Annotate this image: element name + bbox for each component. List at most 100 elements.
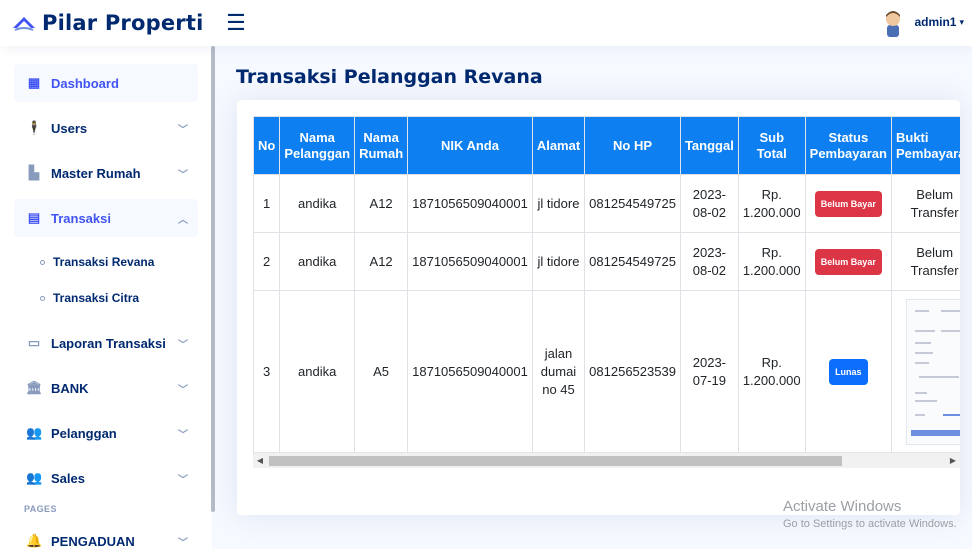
sidebar-item-pelanggan[interactable]: 👥 Pelanggan ﹀ bbox=[14, 414, 198, 452]
cell-nama: andika bbox=[279, 232, 356, 291]
cell-nama: andika bbox=[279, 174, 356, 233]
profile-username: admin1 bbox=[914, 15, 957, 29]
people-icon: 👥 bbox=[26, 470, 43, 485]
status-badge: Belum Bayar bbox=[814, 248, 882, 275]
cell-tanggal: 2023-08-02 bbox=[679, 174, 739, 233]
cell-nik: 1871056509040001 bbox=[407, 174, 533, 233]
cell-status: Lunas bbox=[804, 290, 892, 453]
cell-bukti bbox=[890, 290, 960, 453]
sidebar-item-transaksi[interactable]: ▤ Transaksi ︿ bbox=[14, 199, 198, 237]
table-header-row: No Nama Pelanggan Nama Rumah NIK Anda Al… bbox=[253, 116, 960, 175]
sidebar: ▦ Dashboard 🕴 Users ﹀ ▙ Master Rumah ﹀ ▤… bbox=[0, 46, 212, 549]
cell-no: 1 bbox=[253, 174, 281, 233]
chevron-down-icon: ﹀ bbox=[178, 169, 188, 181]
transactions-table: No Nama Pelanggan Nama Rumah NIK Anda Al… bbox=[253, 116, 960, 453]
sidebar-item-label: Sales bbox=[51, 470, 85, 486]
sidebar-item-pengaduan[interactable]: 🔔 PENGADUAN ﹀ bbox=[14, 522, 198, 549]
cell-bukti: Belum Transfer bbox=[890, 174, 960, 233]
cell-alamat: jl tidore bbox=[531, 232, 586, 291]
cell-tanggal: 2023-07-19 bbox=[679, 290, 739, 453]
chevron-down-icon: ﹀ bbox=[178, 339, 188, 351]
user-icon: 🕴 bbox=[26, 120, 43, 135]
cell-nama: andika bbox=[279, 290, 356, 453]
page-title: Transaksi Pelanggan Revana bbox=[236, 66, 543, 88]
cell-alamat: jalan dumai no 45 bbox=[531, 290, 586, 453]
sidebar-section-heading: PAGES bbox=[24, 504, 57, 514]
cell-subtotal: Rp. 1.200.000 bbox=[737, 232, 806, 291]
sidebar-subitem-transaksi-citra[interactable]: Transaksi Citra bbox=[14, 280, 198, 316]
sidebar-item-sales[interactable]: 👥 Sales ﹀ bbox=[14, 459, 198, 497]
folder-icon: ▭ bbox=[27, 335, 41, 350]
scroll-right-icon[interactable]: ▶ bbox=[946, 453, 960, 469]
avatar bbox=[886, 11, 901, 37]
receipt-icon: ▤ bbox=[27, 210, 41, 225]
sidebar-item-master-rumah[interactable]: ▙ Master Rumah ﹀ bbox=[14, 154, 198, 192]
sidebar-item-label: Master Rumah bbox=[51, 165, 141, 181]
chevron-down-icon: ﹀ bbox=[178, 429, 188, 441]
cell-no: 3 bbox=[253, 290, 281, 453]
watermark-title: Activate Windows bbox=[783, 498, 902, 515]
cell-hp: 081256523539 bbox=[584, 290, 681, 453]
profile-menu[interactable]: admin1 ▾ bbox=[878, 7, 964, 37]
sidebar-scrollbar[interactable] bbox=[211, 46, 215, 512]
scroll-left-icon[interactable]: ◀ bbox=[253, 453, 267, 469]
sidebar-item-label: Pelanggan bbox=[51, 425, 117, 441]
sidebar-item-laporan-transaksi[interactable]: ▭ Laporan Transaksi ﹀ bbox=[14, 324, 198, 362]
sidebar-toggle-icon[interactable]: ☰ bbox=[224, 12, 248, 34]
cell-status: Belum Bayar bbox=[804, 174, 892, 233]
table-row: 1 andika A12 1871056509040001 jl tidore … bbox=[253, 174, 960, 233]
building-icon: ▙ bbox=[29, 165, 39, 180]
top-header: Pilar Properti ☰ admin1 ▾ bbox=[0, 0, 972, 46]
status-badge: Belum Bayar bbox=[814, 190, 882, 217]
people-icon: 👥 bbox=[26, 425, 43, 440]
chevron-down-icon: ﹀ bbox=[178, 384, 188, 396]
sidebar-item-label: BANK bbox=[51, 380, 89, 396]
bank-icon: 🏛 bbox=[26, 380, 43, 395]
column-header-nama-pelanggan: Nama Pelanggan bbox=[279, 116, 356, 175]
status-badge: Lunas bbox=[829, 358, 868, 385]
sidebar-item-label: Laporan Transaksi bbox=[51, 335, 166, 351]
sidebar-item-dashboard[interactable]: ▦ Dashboard bbox=[14, 64, 198, 102]
cell-subtotal: Rp. 1.200.000 bbox=[737, 174, 806, 233]
payment-proof-image[interactable] bbox=[905, 298, 960, 445]
chevron-down-icon: ﹀ bbox=[178, 124, 188, 136]
cell-status: Belum Bayar bbox=[804, 232, 892, 291]
cell-no: 2 bbox=[253, 232, 281, 291]
table-row: 2 andika A12 1871056509040001 jl tidore … bbox=[253, 232, 960, 291]
cell-rumah: A5 bbox=[354, 290, 409, 453]
sidebar-subitem-transaksi-revana[interactable]: Transaksi Revana bbox=[14, 244, 198, 280]
grid-icon: ▦ bbox=[27, 75, 41, 90]
cell-tanggal: 2023-08-02 bbox=[679, 232, 739, 291]
cell-bukti: Belum Transfer bbox=[890, 232, 960, 291]
column-header-nama-rumah: Nama Rumah bbox=[354, 116, 409, 175]
watermark-subtitle: Go to Settings to activate Windows. bbox=[783, 518, 957, 530]
windows-activation-watermark: Activate Windows Go to Settings to activ… bbox=[783, 498, 957, 530]
column-header-no-hp: No HP bbox=[584, 116, 681, 175]
circle-icon bbox=[40, 259, 45, 265]
column-header-alamat: Alamat bbox=[531, 116, 586, 175]
bell-icon: 🔔 bbox=[26, 533, 43, 548]
circle-icon bbox=[40, 295, 45, 301]
chevron-up-icon: ︿ bbox=[178, 214, 188, 226]
horizontal-scrollbar[interactable]: ◀ ▶ bbox=[253, 452, 960, 468]
sidebar-item-bank[interactable]: 🏛 BANK ﹀ bbox=[14, 369, 198, 407]
cell-rumah: A12 bbox=[354, 174, 409, 233]
cell-alamat: jl tidore bbox=[531, 174, 586, 233]
column-header-sub-total: Sub Total bbox=[737, 116, 806, 175]
cell-nik: 1871056509040001 bbox=[407, 290, 533, 453]
brand-logo[interactable]: Pilar Properti bbox=[12, 11, 224, 35]
house-logo-icon bbox=[13, 17, 35, 31]
cell-rumah: A12 bbox=[354, 232, 409, 291]
sidebar-subitem-label: Transaksi Revana bbox=[53, 255, 155, 269]
brand-name: Pilar Properti bbox=[42, 11, 204, 35]
chevron-down-icon: ﹀ bbox=[178, 474, 188, 486]
sidebar-item-users[interactable]: 🕴 Users ﹀ bbox=[14, 109, 198, 147]
table-scroll-container: No Nama Pelanggan Nama Rumah NIK Anda Al… bbox=[253, 116, 960, 455]
sidebar-item-label: Users bbox=[51, 120, 88, 136]
sidebar-subitem-label: Transaksi Citra bbox=[53, 291, 140, 305]
chevron-down-icon: ﹀ bbox=[178, 537, 188, 549]
table-row: 3 andika A5 1871056509040001 jalan dumai… bbox=[253, 290, 960, 453]
chevron-down-icon: ▾ bbox=[959, 16, 964, 27]
sidebar-item-label: PENGADUAN bbox=[51, 533, 135, 549]
scrollbar-thumb[interactable] bbox=[269, 456, 842, 466]
